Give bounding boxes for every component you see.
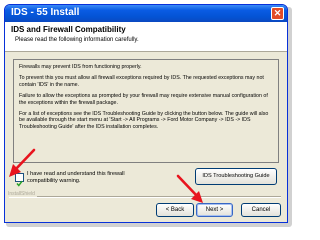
agreement-checkbox[interactable] (15, 173, 24, 187)
agreement-label[interactable]: I have read and understand this firewall… (27, 171, 145, 185)
info-paragraph: Failure to allow the exceptions as promp… (19, 93, 268, 106)
troubleshooting-guide-button[interactable]: IDS Troubleshooting Guide (195, 168, 277, 185)
installer-window: IDS - 55 Install ✕ IDS and Firewall Comp… (4, 4, 288, 223)
back-button[interactable]: < Back (156, 203, 194, 217)
info-paragraph: For a list of exceptions see the IDS Tro… (19, 111, 269, 130)
info-paragraph: To prevent this you must allow all firew… (19, 75, 264, 88)
firewall-info-box[interactable]: Firewalls may prevent IDS from functioni… (13, 59, 279, 163)
header-title: IDS and Firewall Compatibility (11, 25, 126, 34)
checkmark-icon (16, 180, 23, 187)
footer-divider (9, 196, 281, 198)
wizard-header: IDS and Firewall Compatibility Please re… (5, 22, 287, 52)
close-button[interactable]: ✕ (271, 7, 284, 20)
next-button[interactable]: Next > (196, 203, 233, 217)
title-bar[interactable]: IDS - 55 Install ✕ (5, 5, 287, 22)
cancel-button[interactable]: Cancel (241, 203, 281, 217)
window-title: IDS - 55 Install (11, 7, 80, 18)
info-paragraph: Firewalls may prevent IDS from functioni… (19, 64, 142, 70)
installshield-branding: InstallShield (8, 191, 37, 197)
header-subtitle: Please read the following information ca… (15, 37, 139, 43)
